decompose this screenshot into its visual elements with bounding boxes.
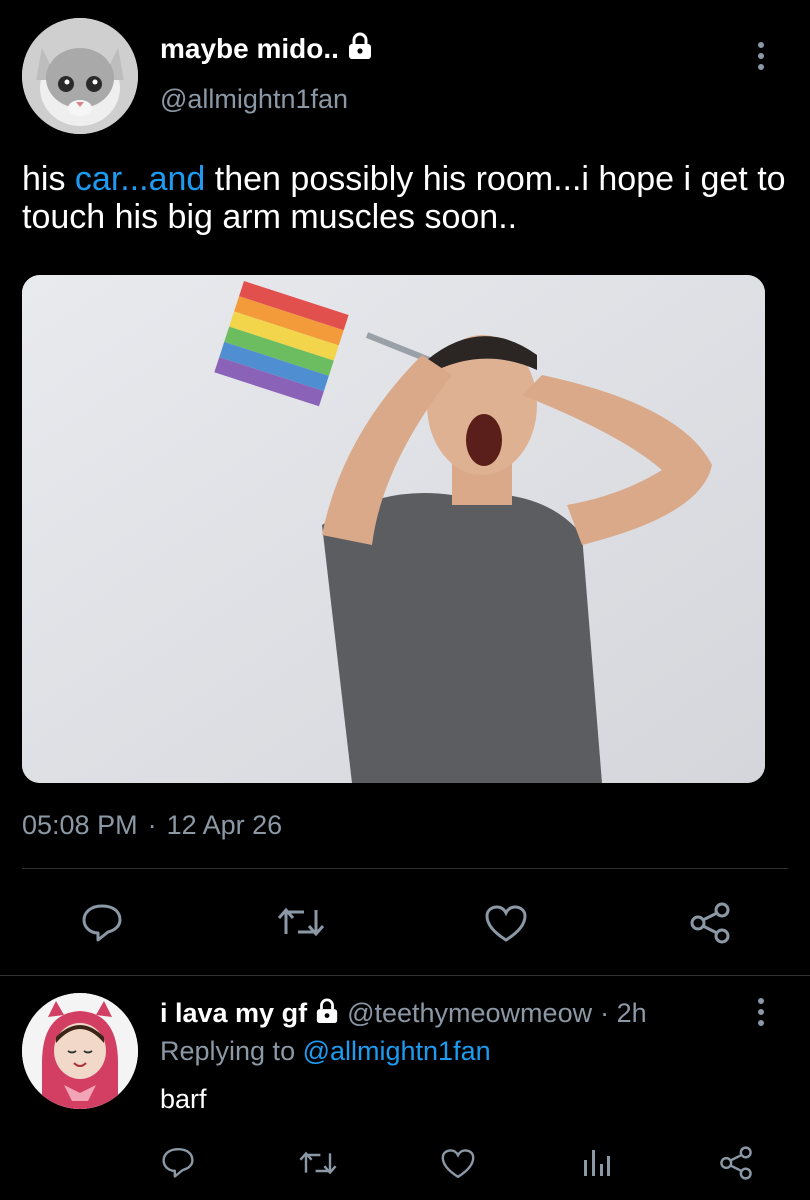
tweet-date: 12 Apr 26 <box>166 810 283 840</box>
reply-icon[interactable] <box>160 1146 196 1178</box>
replying-to-prefix: Replying to <box>160 1036 303 1066</box>
like-icon[interactable] <box>440 1148 476 1180</box>
replying-to: Replying to @allmightn1fan <box>160 1036 491 1067</box>
share-icon[interactable] <box>688 902 732 944</box>
tweet-timestamp[interactable]: 05:08 PM · 12 Apr 26 <box>22 810 282 841</box>
lock-icon <box>315 998 339 1029</box>
author-handle[interactable]: @allmightn1fan <box>160 84 348 115</box>
tweet-text-link[interactable]: car...and <box>75 160 205 198</box>
tweet-text: his car...and then possibly his room...i… <box>22 160 802 236</box>
author-name[interactable]: maybe mido.. <box>160 33 339 65</box>
tweet-media-image[interactable] <box>22 275 765 783</box>
tweet-time: 05:08 PM <box>22 810 138 840</box>
reply-icon[interactable] <box>80 902 124 942</box>
replying-to-handle[interactable]: @allmightn1fan <box>303 1036 491 1066</box>
share-icon[interactable] <box>718 1146 754 1180</box>
author-avatar[interactable] <box>22 18 138 134</box>
tweet-text-prefix: his <box>22 160 75 198</box>
lock-icon <box>347 32 373 65</box>
analytics-icon[interactable] <box>580 1146 612 1178</box>
reply-author-name[interactable]: i lava my gf <box>160 998 307 1029</box>
reply-author-avatar[interactable] <box>22 993 138 1109</box>
reply-author-handle[interactable]: @teethymeowmeow <box>347 998 592 1029</box>
reply-age: · 2h <box>600 998 647 1028</box>
divider <box>0 975 810 976</box>
reply-text: barf <box>160 1084 207 1114</box>
divider <box>22 868 788 869</box>
like-icon[interactable] <box>484 904 528 944</box>
retweet-icon[interactable] <box>276 904 326 940</box>
retweet-icon[interactable] <box>298 1148 338 1178</box>
more-options-icon[interactable] <box>758 998 764 1031</box>
more-options-icon[interactable] <box>758 42 764 75</box>
meta-separator: · <box>147 810 157 840</box>
